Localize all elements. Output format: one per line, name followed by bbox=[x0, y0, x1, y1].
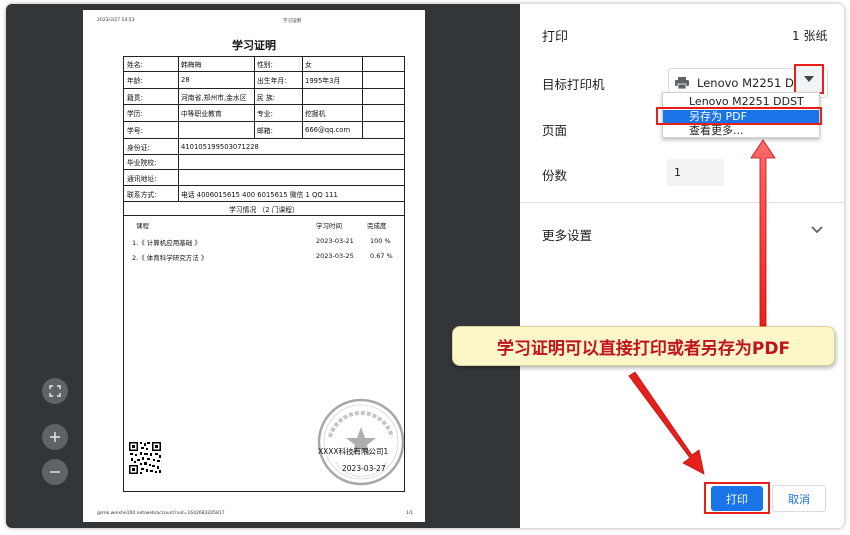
form-row: 通讯地址: bbox=[124, 170, 404, 186]
course-time: 2023-03-25 bbox=[316, 252, 354, 260]
print-dialog: 2023/3/27 14:53 学习证明 学习证明 姓名: 韩梅梅 性别: 女 bbox=[6, 4, 844, 528]
course-name: 2.《 体育科学研究方法 》 bbox=[132, 254, 208, 262]
time-header: 学习时间 bbox=[316, 222, 342, 230]
contact-value: 电话 4006015615 400 6015615 微信 1 QQ 111 bbox=[181, 190, 338, 199]
certificate-form: 姓名: 韩梅梅 性别: 女 年龄: 28 出生年月: 1995年3月 籍贯: 河… bbox=[123, 56, 405, 492]
footer-url: gsmk.weixhe100.net/web/account?uid=16426… bbox=[97, 511, 225, 516]
fit-to-page-button[interactable] bbox=[42, 378, 68, 404]
address-label: 通讯地址: bbox=[127, 174, 157, 183]
cancel-button[interactable]: 取消 bbox=[772, 485, 826, 512]
gender-label: 性别: bbox=[257, 61, 273, 69]
origin-value: 河南省,郑州市,金水区 bbox=[181, 93, 247, 102]
list-item: 2.《 体育科学研究方法 》 2023-03-25 0.67 % bbox=[124, 252, 404, 264]
edu-label: 学历: bbox=[127, 110, 143, 118]
footer-page: 1/1 bbox=[406, 511, 414, 516]
pages-label: 页面 bbox=[542, 123, 568, 138]
form-row: 姓名: 韩梅梅 性别: 女 bbox=[124, 57, 404, 72]
course-progress: 100 % bbox=[370, 237, 391, 245]
course-time: 2023-03-21 bbox=[316, 237, 354, 245]
name-label: 姓名: bbox=[127, 61, 143, 69]
course-progress: 0.67 % bbox=[370, 252, 393, 260]
document-title: 学习证明 bbox=[232, 39, 276, 52]
copies-label: 份数 bbox=[542, 168, 568, 183]
qr-code bbox=[128, 441, 162, 475]
form-row: 籍贯: 河南省,郑州市,金水区 民 族: bbox=[124, 89, 404, 105]
school-value bbox=[178, 155, 404, 169]
course-header-row: 课程 学习时间 完成度 bbox=[124, 220, 404, 232]
progress-header: 完成度 bbox=[367, 222, 387, 230]
origin-label: 籍贯: bbox=[127, 93, 143, 102]
chevron-down-icon[interactable] bbox=[810, 225, 824, 235]
header-date: 2023/3/27 14:53 bbox=[97, 18, 135, 23]
more-settings-label[interactable]: 更多设置 bbox=[542, 225, 592, 244]
ethnic-value bbox=[302, 89, 362, 104]
print-button[interactable]: 打印 bbox=[711, 486, 763, 511]
id-label: 学号: bbox=[127, 127, 143, 135]
course-header: 课程 bbox=[136, 222, 149, 230]
form-row: 身份证: 410105199503071228 bbox=[124, 139, 404, 155]
edu-value: 中等职业教育 bbox=[181, 110, 222, 118]
company-seal bbox=[317, 398, 405, 486]
course-name: 1.《 计算机应用基础 》 bbox=[132, 239, 201, 247]
zoom-in-button[interactable] bbox=[42, 424, 68, 450]
address-value bbox=[178, 170, 404, 185]
issue-date: 2023-03-27 bbox=[342, 464, 386, 473]
contact-label: 联系方式: bbox=[127, 190, 157, 199]
name-value: 韩梅梅 bbox=[181, 61, 202, 69]
major-label: 专业: bbox=[257, 110, 273, 118]
preview-page: 2023/3/27 14:53 学习证明 学习证明 姓名: 韩梅梅 性别: 女 bbox=[83, 10, 425, 522]
form-row: 联系方式: 电话 4006015615 400 6015615 微信 1 QQ … bbox=[124, 186, 404, 202]
gender-value: 女 bbox=[305, 61, 312, 69]
major-value: 挖掘机 bbox=[305, 110, 326, 118]
age-label: 年龄: bbox=[127, 77, 143, 85]
sheet-count: 1 张纸 bbox=[792, 29, 828, 43]
plus-icon bbox=[50, 432, 60, 442]
form-row: 学习情况 （2 门课程） bbox=[124, 202, 404, 216]
school-label: 毕业院校: bbox=[127, 159, 157, 167]
callout-banner: 学习证明可以直接打印或者另存为PDF bbox=[452, 326, 835, 366]
birth-value: 1995年3月 bbox=[305, 77, 341, 85]
form-row: 年龄: 28 出生年月: 1995年3月 bbox=[124, 72, 404, 89]
dialog-title: 打印 bbox=[542, 30, 569, 45]
copies-input[interactable]: 1 bbox=[667, 159, 724, 186]
birth-label: 出生年月: bbox=[257, 77, 287, 85]
study-header: 学习情况 （2 门课程） bbox=[229, 205, 299, 214]
id-value bbox=[178, 122, 254, 138]
zoom-out-button[interactable] bbox=[42, 459, 68, 485]
printer-dropdown-button[interactable] bbox=[794, 64, 824, 94]
header-title: 学习证明 bbox=[283, 19, 301, 24]
idcard-label: 身份证: bbox=[127, 143, 150, 152]
fit-to-page-icon bbox=[49, 385, 61, 397]
minus-icon bbox=[50, 471, 60, 473]
printer-label: 目标打印机 bbox=[542, 77, 605, 92]
print-preview: 2023/3/27 14:53 学习证明 学习证明 姓名: 韩梅梅 性别: 女 bbox=[6, 4, 520, 528]
age-value: 28 bbox=[181, 76, 190, 84]
save-pdf-highlight bbox=[656, 107, 822, 125]
triangle-down-icon bbox=[804, 76, 814, 82]
email-label: 邮箱: bbox=[257, 127, 273, 135]
form-row: 学号: 邮箱: 666@qq.com bbox=[124, 122, 404, 139]
dropdown-option-see-more[interactable]: 查看更多... bbox=[663, 124, 819, 138]
printer-icon bbox=[675, 77, 689, 89]
idcard-value: 410105199503071228 bbox=[181, 142, 259, 151]
list-item: 1.《 计算机应用基础 》 2023-03-21 100 % bbox=[124, 237, 404, 249]
company-name: XXXX科技有限公司1 bbox=[318, 447, 389, 456]
form-row: 学历: 中等职业教育 专业: 挖掘机 bbox=[124, 105, 404, 122]
ethnic-label: 民 族: bbox=[257, 93, 276, 102]
divider bbox=[520, 202, 844, 203]
form-row: 毕业院校: bbox=[124, 155, 404, 170]
email-value: 666@qq.com bbox=[305, 126, 351, 134]
